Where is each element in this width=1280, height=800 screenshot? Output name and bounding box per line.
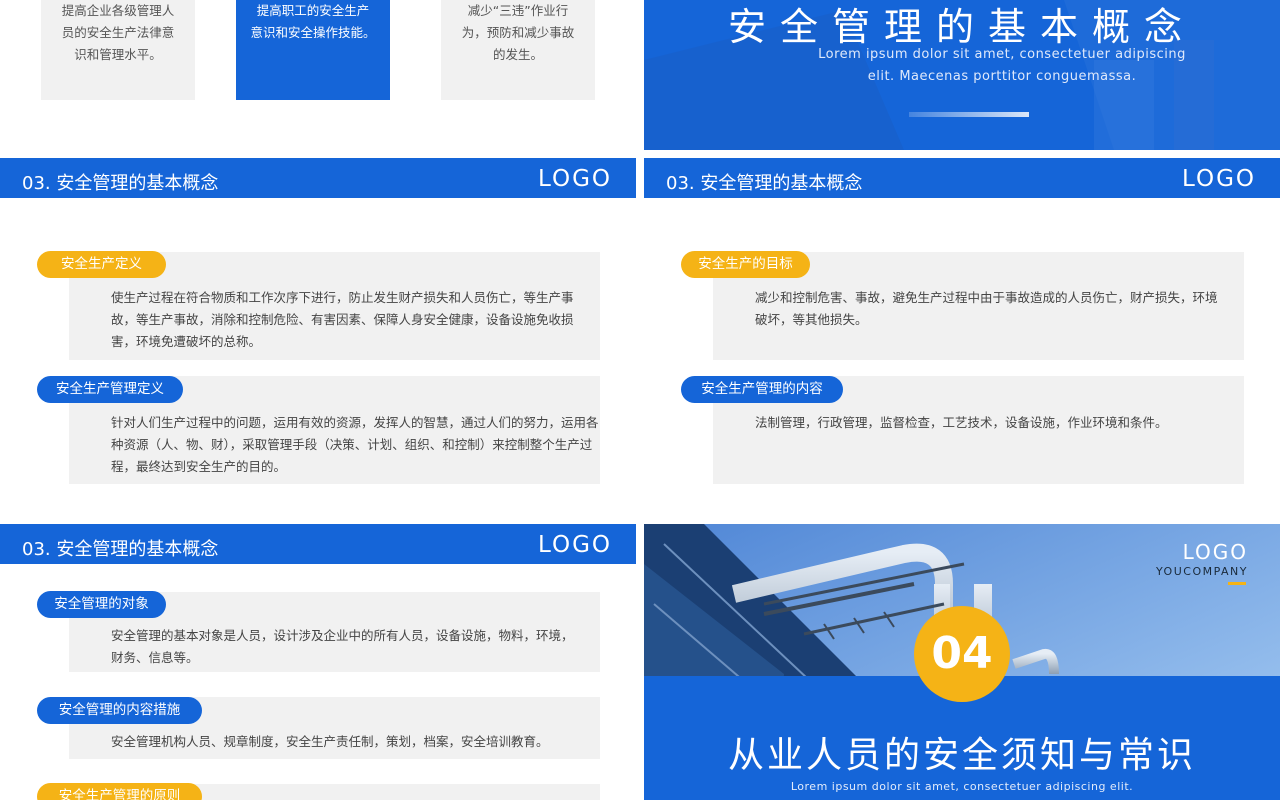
company-name: YOUCOMPANY bbox=[1155, 565, 1248, 578]
subtitle-line: elit. Maecenas porttitor conguemassa. bbox=[867, 69, 1137, 84]
objective-card-3: 减少“三违”作业行 为，预防和减少事故 的发生。 bbox=[441, 0, 595, 100]
text-line: 程，最终达到安全生产的目的。 bbox=[111, 459, 287, 474]
slide-basic-concepts-3[interactable]: 03. 安全管理的基本概念 LOGO 安全管理的对象 安全管理的基本对象是人员，… bbox=[0, 524, 636, 800]
card-line: 的发生。 bbox=[492, 47, 543, 62]
text-line: 减少和控制危害、事故，避免生产过程中由于事故造成的人员伤亡，财产损失，环境 bbox=[755, 290, 1218, 305]
section-number-badge: 04 bbox=[914, 606, 1010, 702]
slide-basic-concepts-1[interactable]: 03. 安全管理的基本概念 LOGO 安全生产定义 使生产过程在符合物质和工作次… bbox=[0, 158, 636, 516]
card-line: 减少“三违”作业行 bbox=[467, 3, 569, 18]
label-pill: 安全管理的对象 bbox=[37, 591, 166, 618]
content-text: 使生产过程在符合物质和工作次序下进行，防止发生财产损失和人员伤亡，等生产事 故，… bbox=[111, 287, 574, 353]
company-accent-bar bbox=[1228, 582, 1246, 585]
label-pill: 安全生产定义 bbox=[37, 251, 166, 278]
text-line: 安全管理的基本对象是人员，设计涉及企业中的所有人员，设备设施，物料，环境， bbox=[111, 628, 574, 643]
label-pill: 安全生产的目标 bbox=[681, 251, 810, 278]
slide-header: 03. 安全管理的基本概念 LOGO bbox=[0, 158, 636, 198]
label-pill: 安全生产管理的原则 bbox=[37, 783, 202, 800]
slide-section-title[interactable]: 安全管理的基本概念 Lorem ipsum dolor sit amet, co… bbox=[644, 0, 1280, 150]
content-text: 减少和控制危害、事故，避免生产过程中由于事故造成的人员伤亡，财产损失，环境 破坏… bbox=[755, 287, 1218, 331]
text-line: 破坏，等其他损失。 bbox=[755, 312, 868, 327]
text-line: 法制管理，行政管理，监督检查，工艺技术，设备设施，作业环境和条件。 bbox=[755, 415, 1168, 430]
header-title: 03. 安全管理的基本概念 bbox=[666, 173, 863, 194]
objective-card-2: 提高职工的安全生产 意识和安全操作技能。 bbox=[236, 0, 390, 100]
text-line: 使生产过程在符合物质和工作次序下进行，防止发生财产损失和人员伤亡，等生产事 bbox=[111, 290, 574, 305]
content-text: 法制管理，行政管理，监督检查，工艺技术，设备设施，作业环境和条件。 bbox=[755, 412, 1168, 434]
slide-objectives[interactable]: 提高企业各级管理人 员的安全生产法律意 识和管理水平。 提高职工的安全生产 意识… bbox=[0, 0, 636, 150]
decorative-line bbox=[909, 112, 1029, 117]
text-line: 财务、信息等。 bbox=[111, 650, 199, 665]
text-line: 种资源（人、物、财），采取管理手段（决策、计划、组织、和控制）来控制整个生产过 bbox=[111, 437, 593, 452]
card-line: 识和管理水平。 bbox=[74, 47, 162, 62]
section-subtitle: Lorem ipsum dolor sit amet, consectetuer… bbox=[764, 44, 1240, 88]
card-line: 提高企业各级管理人 bbox=[61, 3, 175, 18]
slide-section-04[interactable]: LOGO YOUCOMPANY 04 从业人员的安全须知与常识 Lorem ip… bbox=[644, 524, 1280, 800]
text-line: 针对人们生产过程中的问题，运用有效的资源，发挥人的智慧，通过人们的努力，运用各 bbox=[111, 415, 599, 430]
content-text: 针对人们生产过程中的问题，运用有效的资源，发挥人的智慧，通过人们的努力，运用各 … bbox=[111, 412, 599, 478]
card-line: 提高职工的安全生产 bbox=[256, 3, 370, 18]
slide-basic-concepts-2[interactable]: 03. 安全管理的基本概念 LOGO 安全生产的目标 减少和控制危害、事故，避免… bbox=[644, 158, 1280, 516]
content-text: 安全管理机构人员、规章制度，安全生产责任制，策划，档案，安全培训教育。 bbox=[111, 731, 549, 753]
label-pill: 安全生产管理定义 bbox=[37, 376, 183, 403]
header-title: 03. 安全管理的基本概念 bbox=[22, 173, 219, 194]
card-line: 意识和安全操作技能。 bbox=[250, 25, 376, 40]
label-pill: 安全生产管理的内容 bbox=[681, 376, 843, 403]
section-subtitle: Lorem ipsum dolor sit amet, consectetuer… bbox=[790, 780, 1134, 793]
card-line: 为，预防和减少事故 bbox=[461, 25, 575, 40]
label-pill: 安全管理的内容措施 bbox=[37, 697, 202, 724]
card-line: 员的安全生产法律意 bbox=[61, 25, 175, 40]
logo: LOGO bbox=[537, 166, 612, 192]
slide-header: 03. 安全管理的基本概念 LOGO bbox=[644, 158, 1280, 198]
header-title: 03. 安全管理的基本概念 bbox=[22, 539, 219, 560]
logo: LOGO bbox=[537, 532, 612, 558]
text-line: 安全管理机构人员、规章制度，安全生产责任制，策划，档案，安全培训教育。 bbox=[111, 734, 549, 749]
objective-card-1: 提高企业各级管理人 员的安全生产法律意 识和管理水平。 bbox=[41, 0, 195, 100]
section-title: 从业人员的安全须知与常识 bbox=[727, 735, 1196, 776]
slide-header: 03. 安全管理的基本概念 LOGO bbox=[0, 524, 636, 564]
text-line: 故，等生产事故，消除和控制危险、有害因素、保障人身安全健康，设备设施免收损 bbox=[111, 312, 574, 327]
text-line: 害，环境免遭破坏的总称。 bbox=[111, 334, 262, 349]
logo: LOGO bbox=[1182, 540, 1248, 564]
content-text: 安全管理的基本对象是人员，设计涉及企业中的所有人员，设备设施，物料，环境， 财务… bbox=[111, 625, 574, 669]
subtitle-line: Lorem ipsum dolor sit amet, consectetuer… bbox=[818, 47, 1186, 62]
logo: LOGO bbox=[1181, 166, 1256, 192]
